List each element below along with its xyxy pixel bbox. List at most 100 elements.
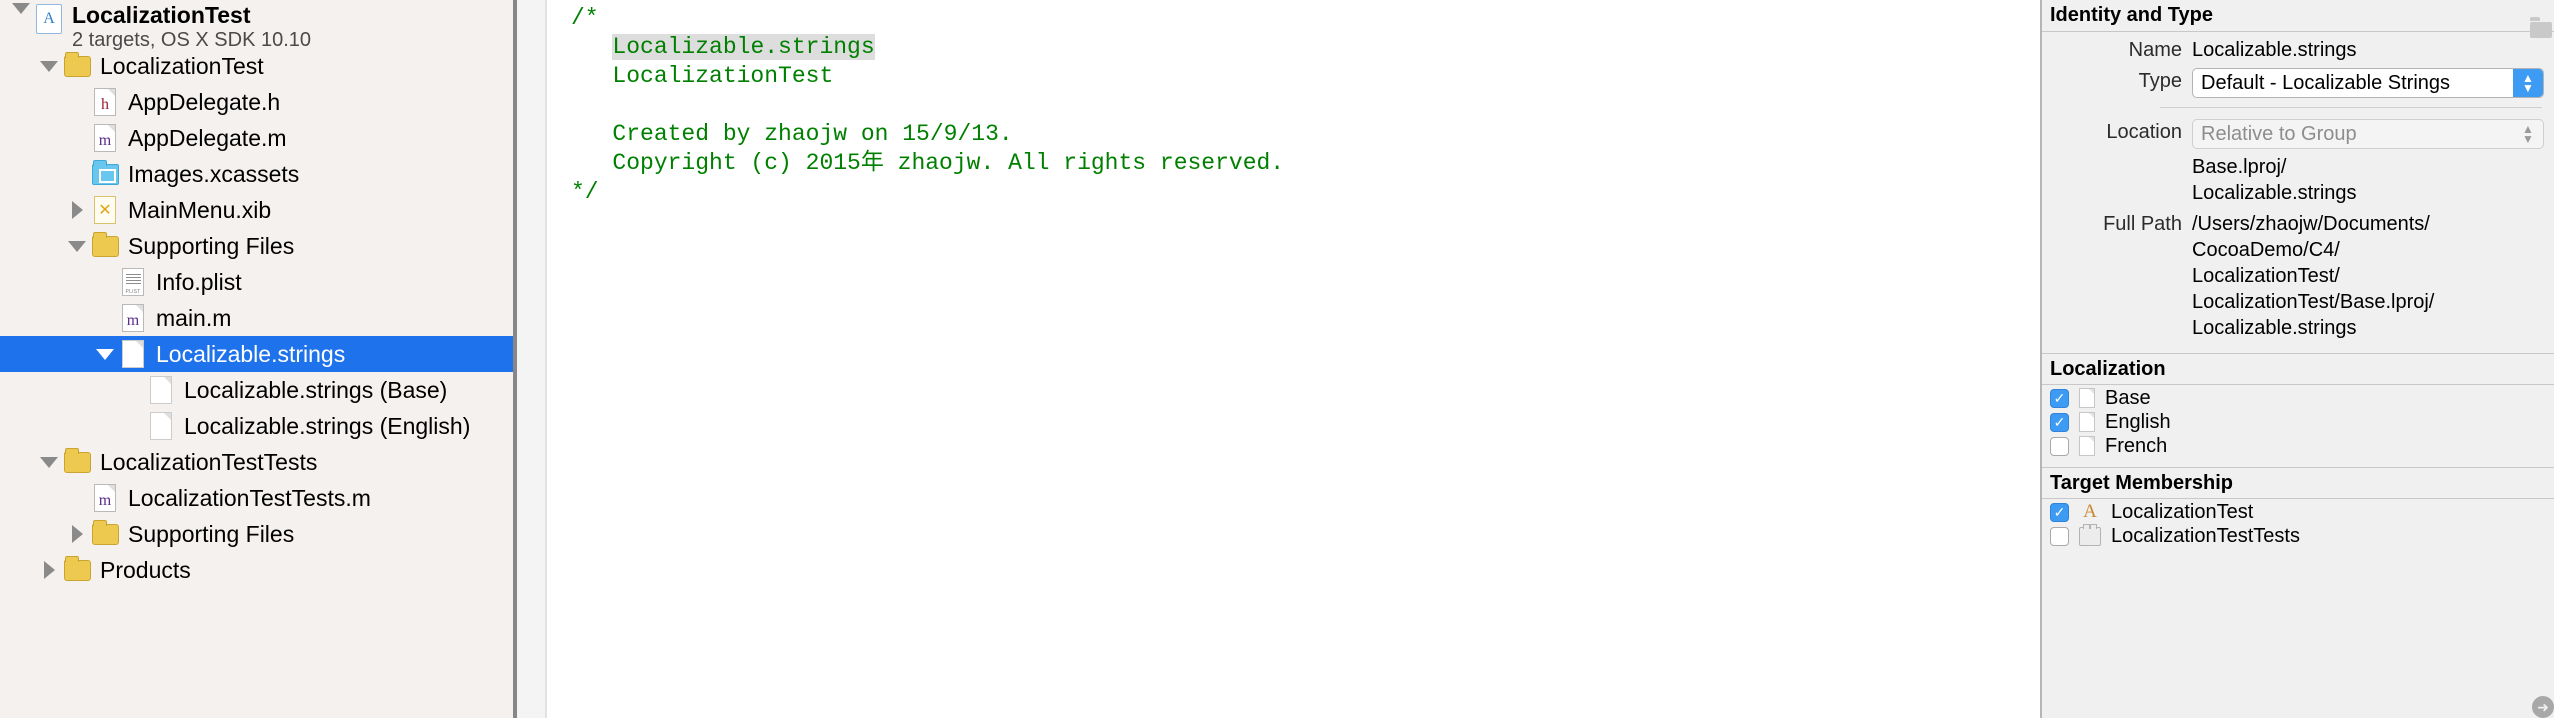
- navigator-row[interactable]: Localizable.strings (Base): [0, 372, 513, 408]
- navigator-row[interactable]: Products: [0, 552, 513, 588]
- folder-icon: [90, 230, 120, 262]
- navigator-row-label: LocalizationTestTests: [100, 448, 318, 475]
- relative-path-value: Base.lproj/ Localizable.strings: [2192, 156, 2357, 204]
- project-name: LocalizationTest: [72, 2, 251, 28]
- navigator-row-label: Images.xcassets: [128, 160, 300, 187]
- navigator-row[interactable]: m AppDelegate.m: [0, 120, 513, 156]
- strings-file-icon: [2079, 412, 2095, 432]
- navigator-row[interactable]: Images.xcassets: [0, 156, 513, 192]
- chevron-updown-icon[interactable]: ▲ ▼: [2513, 120, 2543, 148]
- navigator-row[interactable]: LocalizationTest2 targets, OS X SDK 10.1…: [0, 2, 513, 50]
- disclosure-triangle-open-icon[interactable]: [64, 240, 90, 252]
- navigator-row[interactable]: MainMenu.xib: [0, 192, 513, 228]
- objc-file-icon: m: [118, 302, 148, 334]
- file-type-glyph: m: [98, 492, 112, 509]
- disclosure-triangle-open-icon[interactable]: [36, 60, 62, 72]
- strings-file-icon: [146, 410, 176, 442]
- type-label: Type: [2138, 70, 2182, 92]
- checkbox-row[interactable]: ✓ English: [2042, 411, 2554, 433]
- disclosure-triangle-closed-icon[interactable]: [64, 525, 90, 543]
- navigator-row[interactable]: LocalizationTest: [0, 48, 513, 84]
- chevron-updown-icon[interactable]: ▲ ▼: [2513, 69, 2543, 97]
- code-line: Localizable.strings: [571, 33, 2040, 62]
- navigator-row[interactable]: m LocalizationTestTests.m: [0, 480, 513, 516]
- strings-file-icon: [146, 374, 176, 406]
- target-membership-list: ✓ LocalizationTestLocalizationTestTests: [2042, 501, 2554, 547]
- localization-header: Localization: [2042, 353, 2554, 385]
- highlighted-token: Localizable.strings: [612, 34, 875, 60]
- checkbox-row[interactable]: ✓ LocalizationTest: [2042, 501, 2554, 523]
- checkbox-row[interactable]: ✓ Base: [2042, 387, 2554, 409]
- checkbox-row[interactable]: French: [2042, 435, 2554, 457]
- disclosure-triangle-open-icon[interactable]: [8, 3, 34, 14]
- navigator-row-label: LocalizationTestTests.m: [128, 484, 371, 511]
- strings-file-icon: [2079, 388, 2095, 408]
- code-line: Created by zhaojw on 15/9/13.: [571, 121, 1013, 147]
- identity-and-type-header: Identity and Type: [2042, 0, 2554, 32]
- full-path-row: Full Path /Users/zhaojw/Documents/ Cocoa…: [2042, 206, 2554, 718]
- choose-folder-icon[interactable]: [2530, 17, 2552, 38]
- code-line: */: [571, 179, 599, 205]
- checkbox[interactable]: [2050, 526, 2069, 546]
- objc-file-icon: m: [90, 482, 120, 514]
- name-label: Name: [2128, 39, 2182, 61]
- checkbox-label: English: [2105, 410, 2171, 433]
- navigator-row-label: MainMenu.xib: [128, 196, 272, 223]
- navigator-row[interactable]: Supporting Files: [0, 516, 513, 552]
- navigator-row-label: LocalizationTest: [100, 52, 264, 79]
- navigator-row[interactable]: h AppDelegate.h: [0, 84, 513, 120]
- checkbox[interactable]: ✓: [2050, 502, 2069, 522]
- checkbox-row[interactable]: LocalizationTestTests: [2042, 523, 2554, 547]
- app-target-icon: [2079, 502, 2101, 522]
- code-line: Copyright (c) 2015年 zhaojw. All rights r…: [571, 150, 1285, 176]
- navigator-row[interactable]: LocalizationTestTests: [0, 444, 513, 480]
- type-field-row: Type Default - Localizable Strings ▲ ▼: [2042, 63, 2554, 98]
- disclosure-triangle-open-icon[interactable]: [36, 456, 62, 468]
- navigator-row-label: Localizable.strings (English): [184, 412, 471, 439]
- file-type-glyph: h: [101, 96, 109, 113]
- xcodeproj-icon: [34, 3, 64, 35]
- strings-file-icon: [118, 338, 148, 370]
- name-value: Localizable.strings: [2192, 39, 2357, 61]
- location-popup-button[interactable]: Relative to Group ▲ ▼: [2192, 119, 2544, 149]
- navigator-row-label: AppDelegate.m: [128, 124, 287, 151]
- disclosure-triangle-open-icon[interactable]: [92, 348, 118, 360]
- location-popup-value: Relative to Group: [2201, 122, 2357, 145]
- navigator-row-label: main.m: [156, 304, 232, 331]
- strings-file-icon: [2079, 436, 2095, 456]
- location-field-row: Location Relative to Group ▲ ▼: [2042, 114, 2554, 149]
- file-type-glyph: m: [98, 132, 112, 149]
- navigator-row[interactable]: Info.plist: [0, 264, 513, 300]
- full-path-label: Full Path: [2103, 213, 2182, 235]
- checkbox[interactable]: [2050, 436, 2069, 456]
- xcode-window: LocalizationTest2 targets, OS X SDK 10.1…: [0, 0, 2554, 718]
- navigator-row-label: AppDelegate.h: [128, 88, 281, 115]
- navigator-row[interactable]: Localizable.strings: [0, 336, 513, 372]
- checkbox[interactable]: ✓: [2050, 388, 2069, 408]
- type-popup-value: Default - Localizable Strings: [2201, 71, 2451, 94]
- checkbox[interactable]: ✓: [2050, 412, 2069, 432]
- relative-path-row: Base.lproj/ Localizable.strings: [2042, 17, 2554, 206]
- folder-icon: [62, 50, 92, 82]
- target-membership-header: Target Membership: [2042, 467, 2554, 499]
- header-file-icon: h: [90, 86, 120, 118]
- navigator-row[interactable]: Supporting Files: [0, 228, 513, 264]
- disclosure-triangle-closed-icon[interactable]: [36, 561, 62, 579]
- file-inspector[interactable]: Identity and Type Name Localizable.strin…: [2040, 0, 2554, 718]
- project-navigator[interactable]: LocalizationTest2 targets, OS X SDK 10.1…: [0, 0, 513, 718]
- source-editor[interactable]: /* Localizable.strings LocalizationTest …: [547, 0, 2040, 718]
- editor-gutter: [517, 0, 547, 718]
- reveal-in-finder-icon[interactable]: ➜: [2532, 696, 2554, 718]
- navigator-row-label: Localizable.strings (Base): [184, 376, 448, 403]
- disclosure-triangle-closed-icon[interactable]: [64, 201, 90, 219]
- checkbox-label: French: [2105, 434, 2168, 457]
- navigator-row[interactable]: m main.m: [0, 300, 513, 336]
- code-line: LocalizationTest: [571, 63, 834, 89]
- type-popup-button[interactable]: Default - Localizable Strings ▲ ▼: [2192, 68, 2544, 98]
- identity-divider: [2160, 107, 2542, 108]
- file-type-glyph: m: [126, 312, 140, 329]
- navigator-row[interactable]: Localizable.strings (English): [0, 408, 513, 444]
- folder-icon: [62, 554, 92, 586]
- xcassets-icon: [90, 158, 120, 190]
- xib-file-icon: [90, 194, 120, 226]
